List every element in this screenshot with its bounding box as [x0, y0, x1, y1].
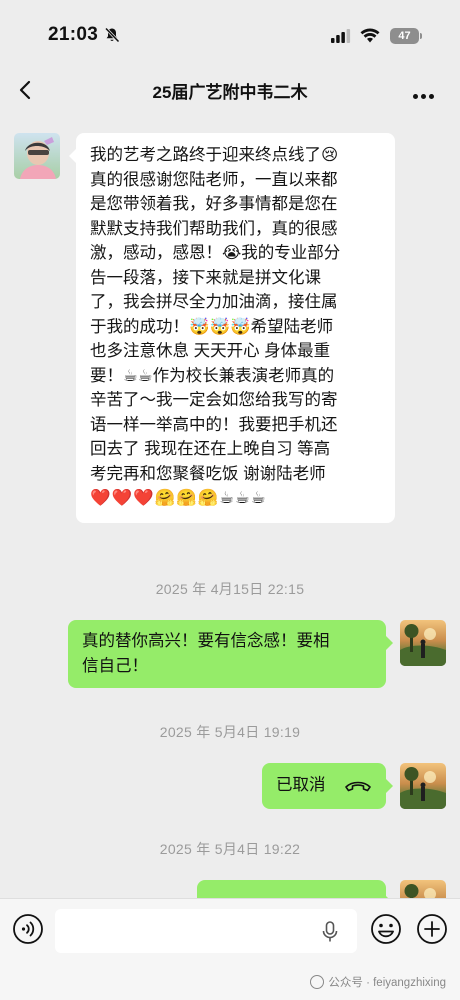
- my-avatar[interactable]: [400, 620, 446, 666]
- more-options-icon[interactable]: [413, 86, 437, 104]
- message-line: 告一段落，接下来就是拼文化课: [90, 268, 321, 287]
- plus-icon[interactable]: [416, 913, 448, 950]
- cellular-signal-icon: [331, 29, 351, 48]
- message-line: 辛苦了～我一定会如您给我写的寄: [90, 391, 338, 409]
- message-line: 信自己！: [82, 656, 148, 675]
- outgoing-message-bubble[interactable]: 真的替你高兴！要有信念感！要相 信自己！: [68, 620, 393, 688]
- footer-bar: 公众号 · feiyangzhixing: [0, 968, 460, 1000]
- back-arrow-icon[interactable]: [14, 78, 38, 102]
- message-timestamp: 2025 年 5月4日 19:22: [159, 841, 301, 857]
- status-bar: 21:03 47: [0, 0, 460, 66]
- hangup-phone-icon: [344, 777, 372, 802]
- message-timestamp: 2025 年 5月4日 19:19: [159, 724, 301, 740]
- my-avatar[interactable]: [400, 763, 446, 809]
- voice-toggle-icon[interactable]: [12, 913, 44, 950]
- chat-header: 25届广艺附中韦二木: [0, 66, 460, 114]
- chat-title: 25届广艺附中韦二木: [152, 83, 308, 102]
- message-line: 我的艺考之路终于迎来终点线了😢: [90, 146, 339, 164]
- message-line: 于我的成功！🤯🤯🤯希望陆老师: [90, 317, 334, 336]
- call-cancelled-bubble[interactable]: 已取消: [262, 763, 393, 809]
- message-line: 语一样一举高中的！我要把手机还: [90, 415, 338, 434]
- input-bar: [0, 898, 460, 968]
- status-time: 21:03: [48, 24, 99, 45]
- message-timestamp: 2025 年 4月15日 22:15: [155, 581, 305, 597]
- emoji-icon[interactable]: [370, 913, 402, 950]
- bell-off-icon: [104, 27, 120, 48]
- incoming-message-bubble[interactable]: 我的艺考之路终于迎来终点线了😢 真的很感谢您陆老师，一直以来都 是您带领着我，好…: [69, 133, 395, 523]
- battery-tip: [420, 33, 422, 39]
- call-status-text: 已取消: [276, 776, 326, 794]
- message-line: 激，感动，感恩！😭我的专业部分: [90, 244, 341, 262]
- message-line: 是您带领着我，好多事情都是您在: [90, 195, 338, 213]
- message-line: 也多注意休息 天天开心 身体最重: [90, 342, 331, 360]
- message-line: 了，我会拼尽全力加油滴，接住属: [90, 293, 338, 311]
- message-line: 回去了 我现在还在上晚自习 等高: [90, 440, 331, 458]
- microphone-icon[interactable]: [322, 921, 338, 948]
- battery-indicator: 47: [390, 28, 419, 44]
- wifi-icon: [360, 28, 380, 48]
- message-line: 考完再和您聚餐吃饭 谢谢陆老师: [90, 464, 326, 483]
- message-line: 要！☕☕作为校长兼表演老师真的: [90, 366, 335, 385]
- watermark: 公众号 · feiyangzhixing: [310, 974, 446, 990]
- message-line: 真的替你高兴！要有信念感！要相: [82, 632, 330, 650]
- emoji-line: ❤️❤️❤️🤗🤗🤗☕☕☕: [90, 489, 267, 507]
- message-line: 真的很感谢您陆老师，一直以来都: [90, 170, 338, 189]
- watermark-text: 公众号 · feiyangzhixing: [328, 977, 446, 989]
- message-input[interactable]: [55, 909, 357, 953]
- contact-avatar[interactable]: [14, 133, 60, 179]
- message-line: 默默支持我们帮助我们，真的很感: [90, 219, 338, 238]
- wechat-official-account-icon: [310, 975, 325, 989]
